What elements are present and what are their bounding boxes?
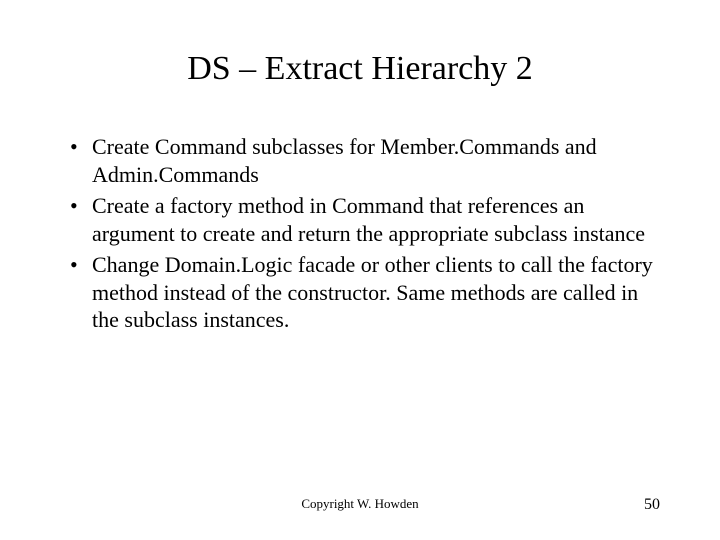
bullet-list: Create Command subclasses for Member.Com…: [60, 133, 660, 334]
slide-title: DS – Extract Hierarchy 2: [60, 50, 660, 88]
slide-footer: Copyright W. Howden 50: [0, 496, 720, 512]
list-item: Create a factory method in Command that …: [70, 192, 660, 247]
list-item: Change Domain.Logic facade or other clie…: [70, 251, 660, 334]
page-number: 50: [644, 496, 660, 514]
copyright-text: Copyright W. Howden: [301, 496, 418, 512]
list-item: Create Command subclasses for Member.Com…: [70, 133, 660, 188]
